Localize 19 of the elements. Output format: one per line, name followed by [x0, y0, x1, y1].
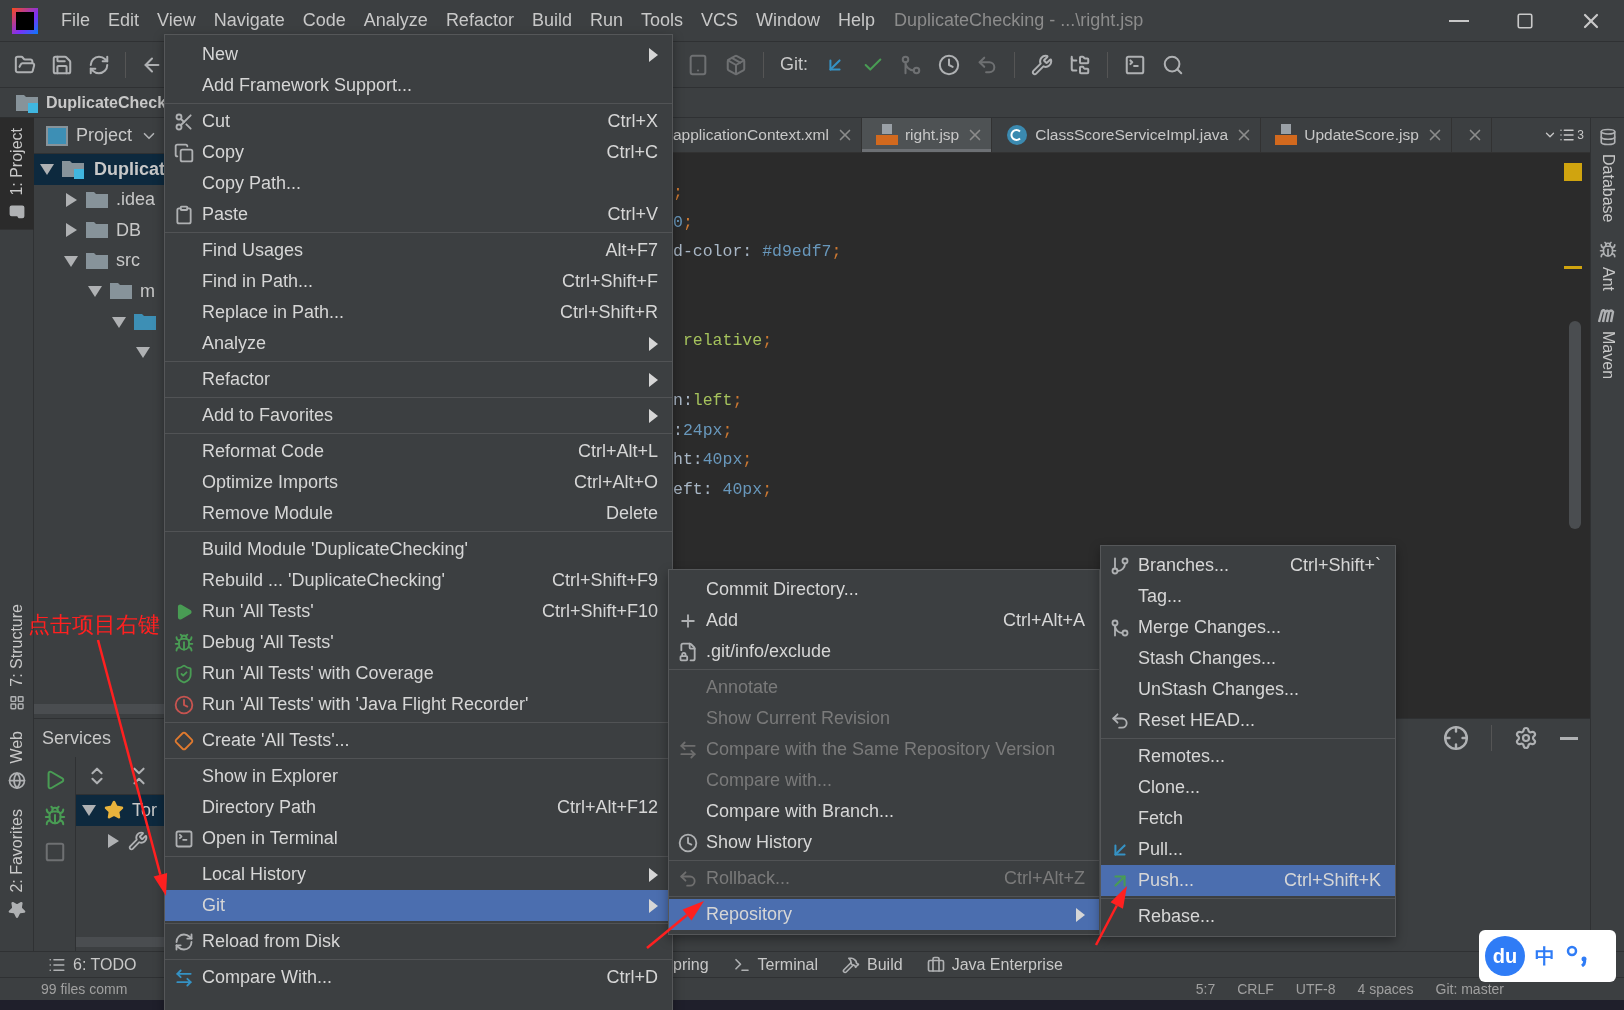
code-line: ;: [673, 182, 684, 204]
git-label: Git:: [780, 54, 808, 75]
code-line: d-color: #d9edf7;: [673, 241, 843, 264]
ime-logo: du: [1485, 936, 1525, 976]
window-title: DuplicateChecking - ...\right.jsp: [894, 10, 1145, 31]
code-line: relative;: [681, 330, 774, 353]
status-message: 99 files comm: [41, 981, 128, 997]
code-line: n:left;: [673, 389, 744, 412]
tree-item-label: m: [140, 280, 155, 302]
tree-item-label: DB: [116, 219, 141, 241]
tree-item-label: .idea: [116, 189, 156, 211]
annotation-text: 点击项目右键: [28, 611, 160, 639]
code-line: eft: 40px;: [673, 478, 774, 501]
tree-item-label: src: [116, 250, 140, 272]
panel-title: Services: [42, 727, 112, 749]
tree-item-label: Duplicat: [94, 158, 165, 180]
code-line: :24px;: [673, 419, 734, 442]
code-line: ht:40px;: [673, 449, 754, 472]
code-line: 0;: [673, 211, 694, 234]
